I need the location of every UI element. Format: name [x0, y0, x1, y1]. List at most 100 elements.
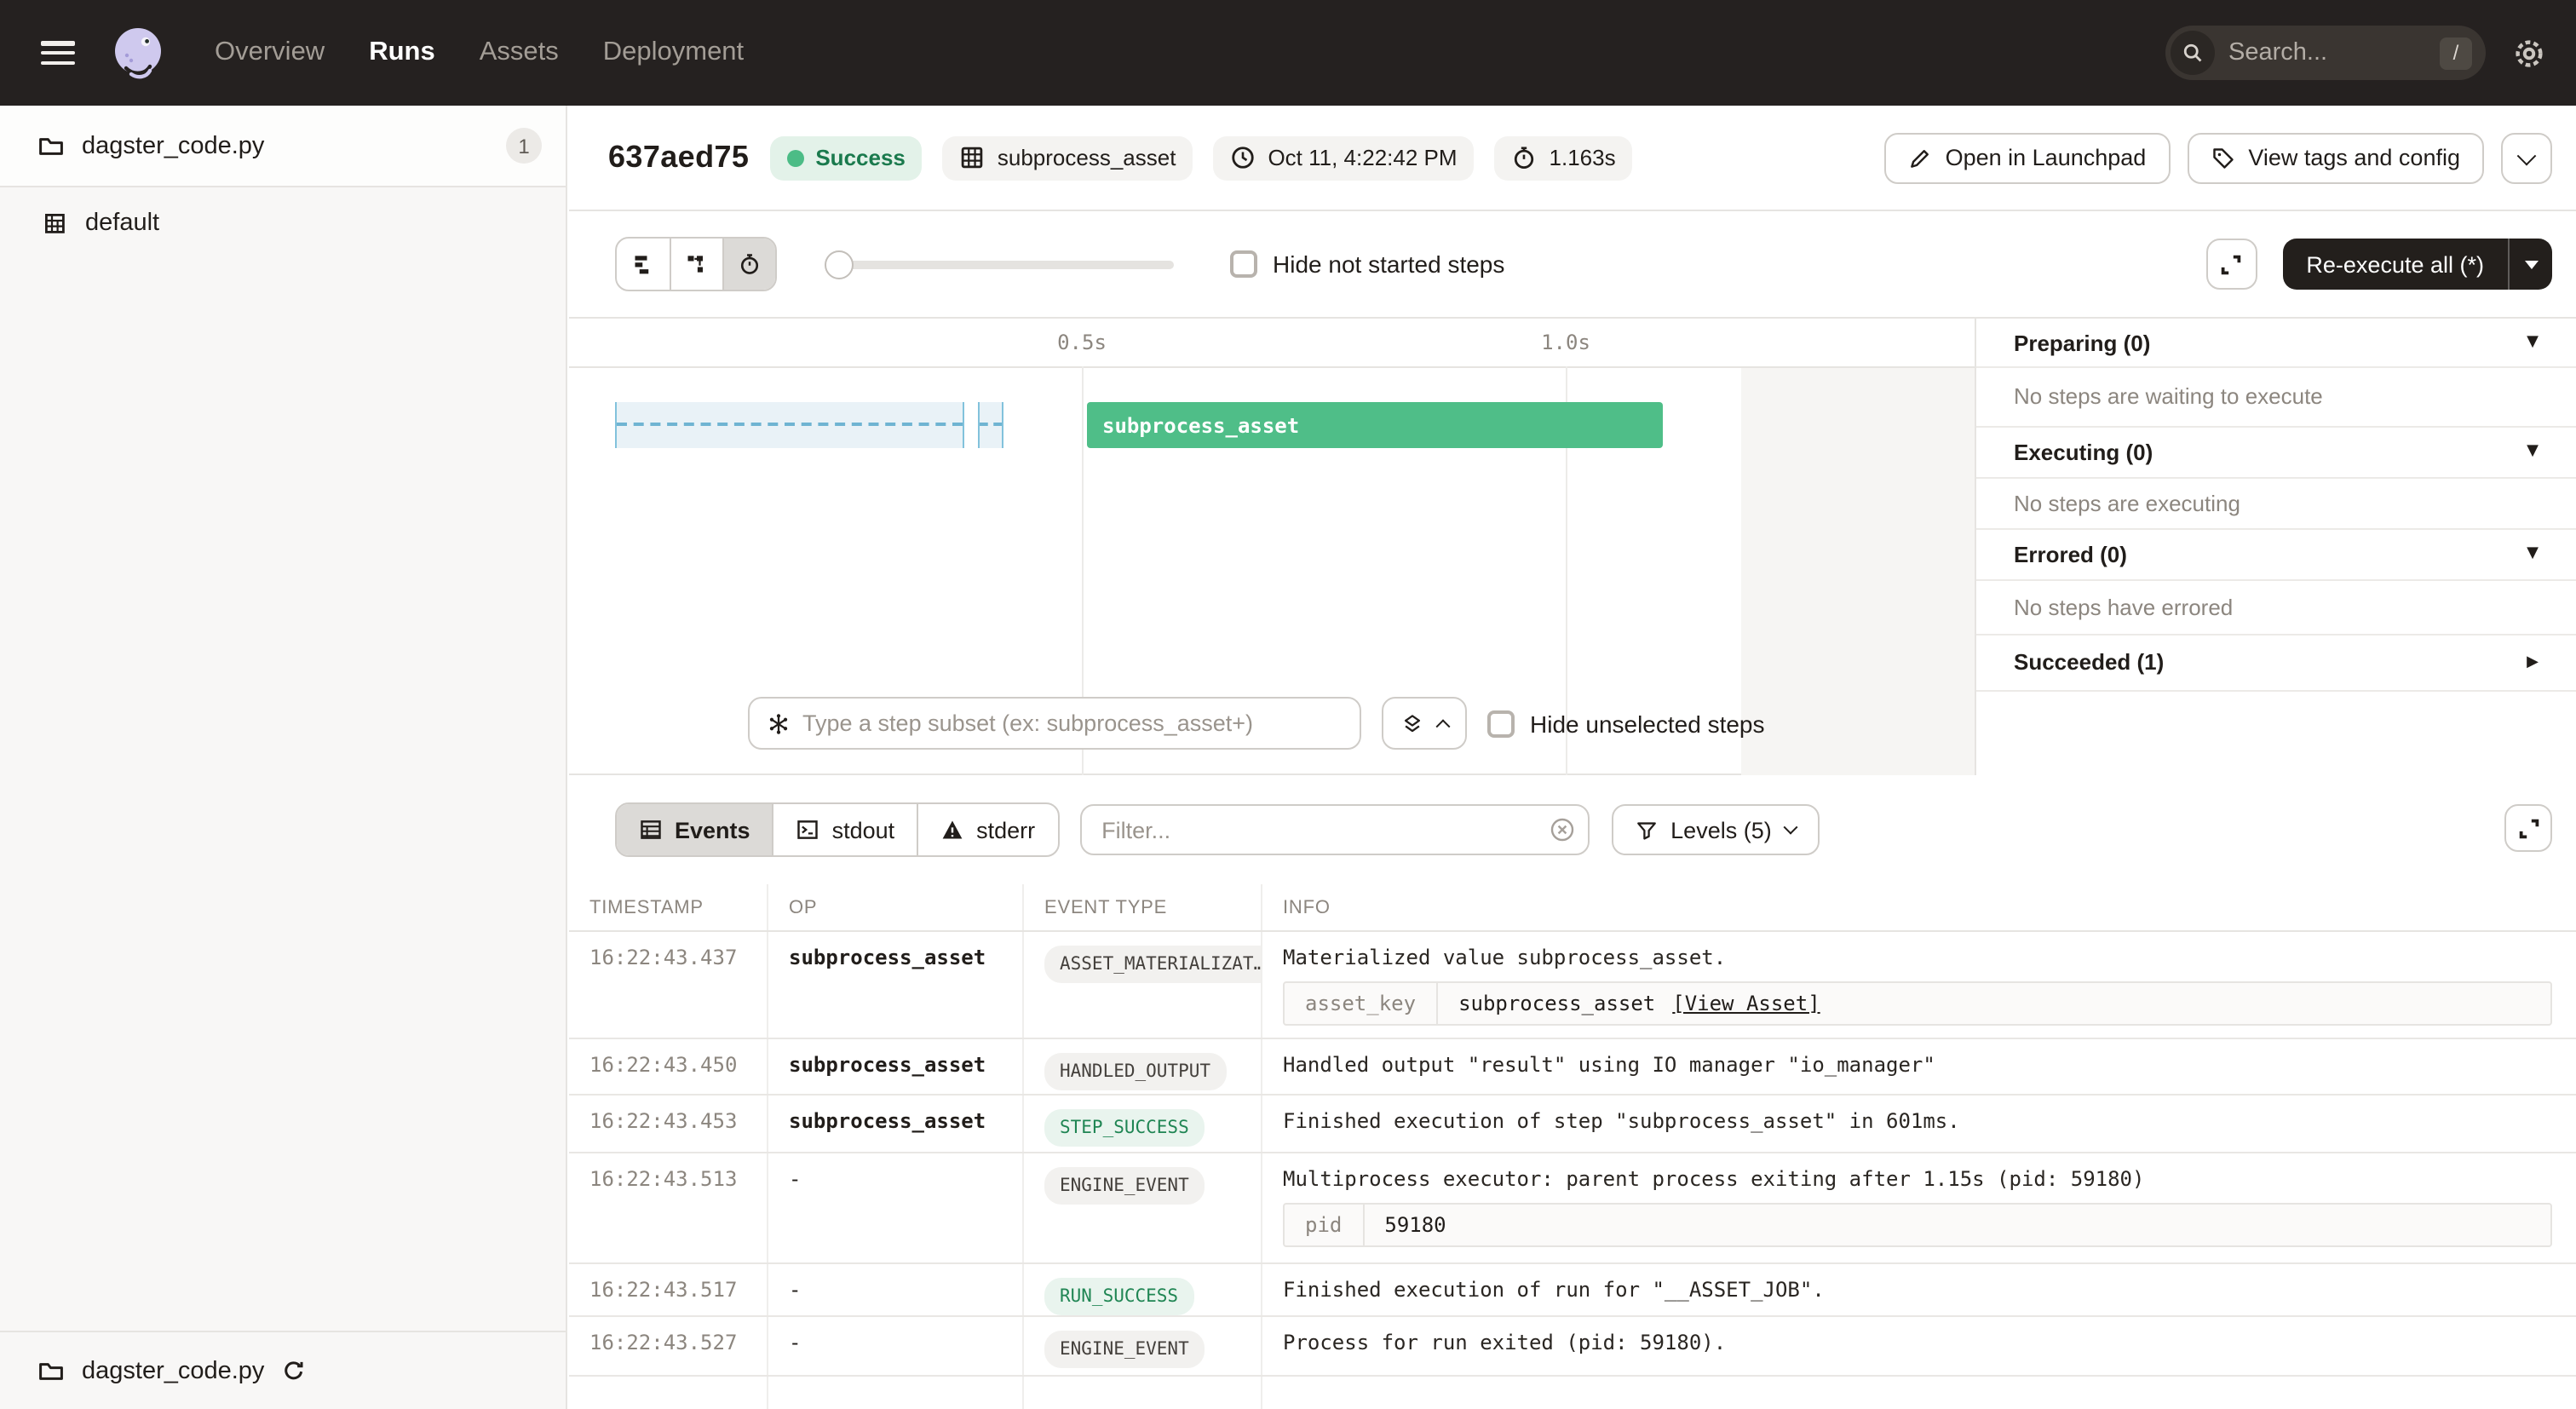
axis-tick-0: 0.5s: [1057, 331, 1107, 354]
asset-tag[interactable]: subprocess_asset: [943, 135, 1193, 180]
step-subset-controls: Hide unselected steps: [748, 697, 1765, 750]
refresh-icon[interactable]: [281, 1358, 307, 1383]
top-nav: Overview Runs Assets Deployment /: [0, 0, 2576, 106]
run-header-more-button[interactable]: [2501, 132, 2552, 183]
sidebar-item-job-default[interactable]: default: [0, 187, 566, 259]
event-info: Finished execution of step "subprocess_a…: [1283, 1109, 2576, 1133]
tab-events[interactable]: Events: [617, 804, 773, 855]
events-fullscreen-button[interactable]: [2504, 804, 2552, 852]
status-dot: [786, 149, 803, 166]
event-info: Multiprocess executor: parent process ex…: [1283, 1167, 2576, 1191]
nav-assets[interactable]: Assets: [480, 37, 559, 68]
metadata-key: pid: [1285, 1205, 1364, 1245]
open-in-launchpad-button[interactable]: Open in Launchpad: [1884, 132, 2171, 183]
clear-filter-icon[interactable]: [1548, 816, 1575, 843]
event-op: -: [768, 1153, 1024, 1262]
stopwatch-icon: [1512, 145, 1538, 170]
layers-icon: [1400, 711, 1424, 735]
section-executing[interactable]: Executing (0)▼: [1976, 426, 2576, 477]
op-selector-icon: [767, 711, 791, 735]
gantt-fullscreen-button[interactable]: [2205, 239, 2257, 290]
nav-runs[interactable]: Runs: [369, 37, 435, 68]
event-row[interactable]: 16:22:43.437 subprocess_asset ASSET_MATE…: [569, 932, 2576, 1039]
gantt-step-bar[interactable]: subprocess_asset: [1087, 402, 1663, 448]
hide-unselected-checkbox-row[interactable]: Hide unselected steps: [1487, 710, 1765, 737]
dagster-logo-icon[interactable]: [106, 20, 170, 85]
event-type-badge[interactable]: ENGINE_EVENT: [1044, 1331, 1205, 1368]
view-asset-link[interactable]: [View Asset]: [1672, 992, 1820, 1015]
sidebar-item-code-location[interactable]: dagster_code.py 1: [0, 106, 566, 187]
sidebar-footer: dagster_code.py: [0, 1331, 566, 1409]
caret-right-icon: ▶: [2527, 653, 2539, 670]
graph-query-button[interactable]: [1382, 697, 1467, 750]
event-row[interactable]: 16:22:43.513 - ENGINE_EVENT Multiprocess…: [569, 1153, 2576, 1264]
slider-track[interactable]: [825, 261, 1174, 269]
chevron-up-icon: [1436, 718, 1451, 733]
timing-view-button[interactable]: [722, 239, 775, 290]
event-type-badge[interactable]: HANDLED_OUTPUT: [1044, 1053, 1226, 1090]
axis-tick-1: 1.0s: [1541, 331, 1590, 354]
zoom-slider[interactable]: [825, 239, 1174, 290]
levels-filter-button[interactable]: Levels (5): [1611, 804, 1820, 855]
event-timestamp: 16:22:43.513: [569, 1153, 768, 1262]
event-timestamp: 16:22:43.527: [569, 1317, 768, 1375]
waiting-segment: [615, 402, 964, 448]
terminal-icon: [796, 818, 820, 842]
reexecute-dropdown-button[interactable]: [2508, 239, 2552, 290]
code-location-label: dagster_code.py: [82, 1357, 264, 1384]
section-preparing[interactable]: Preparing (0)▼: [1976, 319, 2576, 366]
tab-stderr[interactable]: stderr: [917, 804, 1057, 855]
gantt-toolbar: Hide not started steps Re-execute all (*…: [569, 211, 2576, 317]
funnel-icon: [1635, 819, 1657, 841]
reexecute-all-button[interactable]: Re-execute all (*): [2282, 239, 2552, 290]
table-icon: [639, 818, 663, 842]
event-metadata-table: pid 59180: [1283, 1203, 2552, 1247]
step-status-panel: Preparing (0)▼ No steps are waiting to e…: [1975, 319, 2576, 777]
section-errored[interactable]: Errored (0)▼: [1976, 528, 2576, 579]
slider-knob[interactable]: [825, 250, 854, 279]
nav-deployment[interactable]: Deployment: [603, 37, 744, 68]
warning-icon: [940, 818, 964, 842]
event-info: Materialized value subprocess_asset.: [1283, 946, 2576, 969]
caret-down-icon: [2524, 260, 2538, 268]
metadata-value: 59180: [1384, 1213, 1446, 1237]
gantt-chart: 0.5s 1.0s subprocess_asset Hi: [569, 319, 1975, 777]
chevron-down-icon: [2517, 146, 2537, 165]
tab-stdout[interactable]: stdout: [773, 804, 917, 855]
event-row[interactable]: 16:22:43.517 - RUN_SUCCESS Finished exec…: [569, 1264, 2576, 1317]
event-op: subprocess_asset: [768, 932, 1024, 1038]
metadata-key: asset_key: [1285, 983, 1438, 1024]
event-op: subprocess_asset: [768, 1039, 1024, 1094]
flat-view-button[interactable]: [617, 239, 670, 290]
event-type-badge[interactable]: ENGINE_EVENT: [1044, 1167, 1205, 1205]
view-tags-config-button[interactable]: View tags and config: [2187, 132, 2484, 183]
step-subset-input[interactable]: [802, 710, 1343, 736]
gear-icon[interactable]: [2511, 35, 2547, 71]
event-info: Process for run exited (pid: 59180).: [1283, 1331, 2576, 1354]
search-input[interactable]: [2215, 39, 2440, 66]
hide-not-started-checkbox-row[interactable]: Hide not started steps: [1230, 250, 1504, 278]
event-row[interactable]: 16:22:43.450 subprocess_asset HANDLED_OU…: [569, 1039, 2576, 1096]
sidebar-item-label: dagster_code.py: [82, 132, 264, 159]
event-row[interactable]: 16:22:43.527 - ENGINE_EVENT Process for …: [569, 1317, 2576, 1377]
section-preparing-empty: No steps are waiting to execute: [1976, 366, 2576, 426]
hamburger-menu-icon[interactable]: [41, 41, 75, 65]
step-subset-inputbox[interactable]: [748, 697, 1361, 750]
event-row[interactable]: 16:22:43.453 subprocess_asset STEP_SUCCE…: [569, 1096, 2576, 1153]
events-toolbar: Events stdout stderr Levels (5: [569, 775, 2576, 884]
caret-down-icon: ▼: [2527, 443, 2539, 460]
global-search[interactable]: /: [2165, 26, 2486, 80]
hide-unselected-checkbox[interactable]: [1487, 710, 1515, 737]
log-filter-input[interactable]: [1079, 804, 1589, 855]
caret-down-icon: ▼: [2527, 545, 2539, 562]
waterfall-view-button[interactable]: [670, 239, 722, 290]
event-type-badge[interactable]: RUN_SUCCESS: [1044, 1278, 1193, 1315]
section-succeeded[interactable]: Succeeded (1)▶: [1976, 634, 2576, 690]
log-tabs: Events stdout stderr: [615, 802, 1059, 857]
events-section: Events stdout stderr Levels (5: [569, 775, 2576, 1409]
hide-not-started-label: Hide not started steps: [1273, 250, 1504, 278]
nav-overview[interactable]: Overview: [215, 37, 325, 68]
hide-not-started-checkbox[interactable]: [1230, 250, 1257, 278]
event-type-badge[interactable]: STEP_SUCCESS: [1044, 1109, 1205, 1147]
event-type-badge[interactable]: ASSET_MATERIALIZAT…: [1044, 946, 1262, 983]
